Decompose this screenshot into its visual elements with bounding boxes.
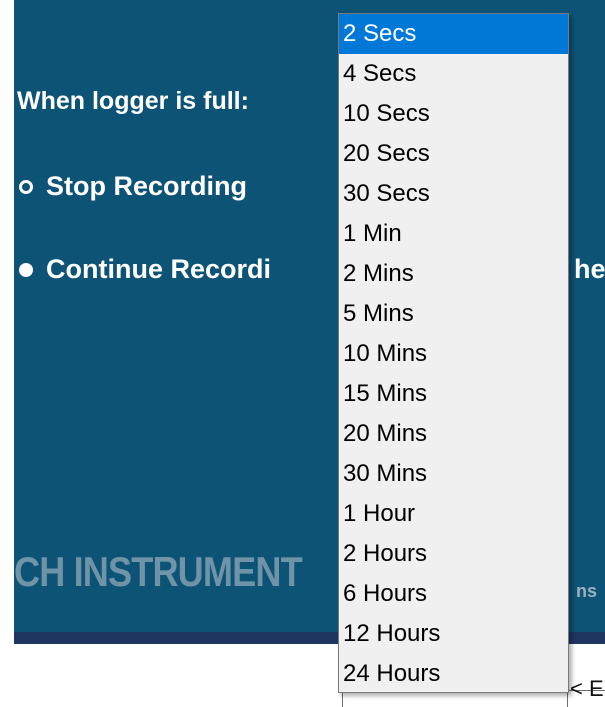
dropdown-option-5-mins[interactable]: 5 Mins	[339, 294, 568, 334]
dropdown-option-1-hour[interactable]: 1 Hour	[339, 494, 568, 534]
dropdown-option-12-hours[interactable]: 12 Hours	[339, 614, 568, 654]
dropdown-option-30-mins[interactable]: 30 Mins	[339, 454, 568, 494]
dropdown-option-10-mins[interactable]: 10 Mins	[339, 334, 568, 374]
dropdown-option-2-hours[interactable]: 2 Hours	[339, 534, 568, 574]
dropdown-option-20-mins[interactable]: 20 Mins	[339, 414, 568, 454]
continue-recording-label: Continue Recordi	[46, 254, 272, 284]
brand-logo-text: CH INSTRUMENT	[14, 548, 303, 595]
dropdown-option-6-hours[interactable]: 6 Hours	[339, 574, 568, 614]
continue-recording-option[interactable]: Continue Recordi	[19, 254, 271, 285]
dropdown-option-10-secs[interactable]: 10 Secs	[339, 94, 568, 134]
bottom-partial-button-text: < E	[570, 676, 604, 701]
dropdown-option-1-min[interactable]: 1 Min	[339, 214, 568, 254]
stop-recording-label: Stop Recording	[46, 171, 247, 201]
dropdown-option-24-hours[interactable]: 24 Hours	[339, 654, 568, 692]
dropdown-option-30-secs[interactable]: 30 Secs	[339, 174, 568, 214]
brand-suffix-text: ns	[576, 581, 598, 601]
continue-recording-radio[interactable]	[19, 262, 33, 277]
stop-recording-radio[interactable]	[19, 179, 33, 194]
interval-dropdown-list[interactable]: 2 Secs 4 Secs 10 Secs 20 Secs 30 Secs 1 …	[338, 13, 569, 693]
dropdown-option-20-secs[interactable]: 20 Secs	[339, 134, 568, 174]
partial-option-text: he	[574, 254, 605, 284]
dropdown-option-2-secs[interactable]: 2 Secs	[339, 14, 568, 54]
dropdown-option-4-secs[interactable]: 4 Secs	[339, 54, 568, 94]
logger-full-label: When logger is full:	[17, 87, 249, 115]
dropdown-option-15-mins[interactable]: 15 Mins	[339, 374, 568, 414]
dropdown-option-2-mins[interactable]: 2 Mins	[339, 254, 568, 294]
stop-recording-option[interactable]: Stop Recording	[19, 171, 247, 202]
